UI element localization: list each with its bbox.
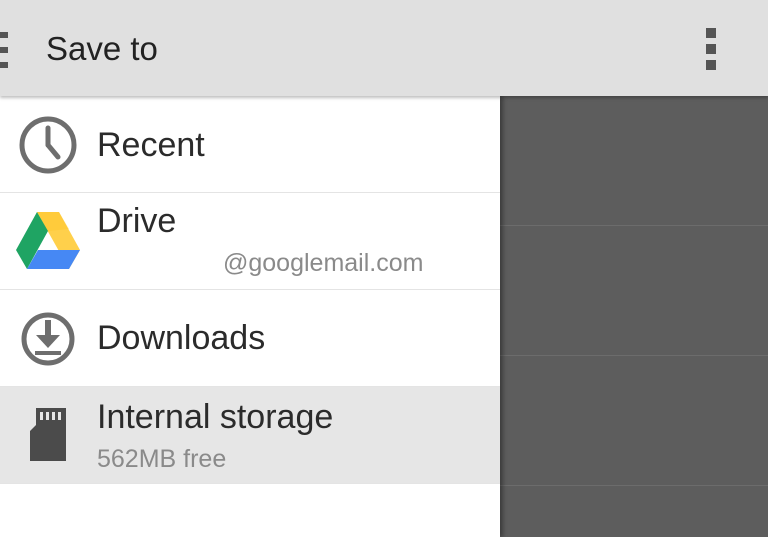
clock-icon [16, 113, 80, 177]
root-title: Downloads [97, 319, 266, 357]
root-account: @googlemail.com [223, 249, 424, 277]
page-title: Save to [46, 30, 158, 67]
documents-save-to-screen: Save to Recent Drive @googlemail.com Dow… [0, 0, 768, 537]
roots-drawer: Recent Drive @googlemail.com Downloads I… [0, 96, 500, 537]
google-drive-icon [16, 209, 80, 273]
divider [500, 485, 768, 486]
dimmed-content-overlay[interactable] [500, 96, 768, 537]
root-title: Internal storage [97, 398, 334, 436]
drawer-toggle-icon[interactable] [0, 32, 10, 68]
action-bar: Save to [0, 0, 768, 96]
root-title: Drive [97, 202, 177, 240]
divider [500, 225, 768, 226]
root-item-internal-storage[interactable]: Internal storage 562MB free [0, 387, 500, 484]
overflow-menu-icon[interactable] [698, 26, 726, 72]
root-title: Recent [97, 126, 205, 164]
divider [500, 355, 768, 356]
root-item-drive[interactable]: Drive @googlemail.com [0, 193, 500, 290]
root-item-downloads[interactable]: Downloads [0, 290, 500, 387]
sd-card-icon [16, 403, 80, 467]
download-icon [16, 307, 80, 371]
root-free-space: 562MB free [97, 445, 227, 473]
root-item-recent[interactable]: Recent [0, 96, 500, 193]
